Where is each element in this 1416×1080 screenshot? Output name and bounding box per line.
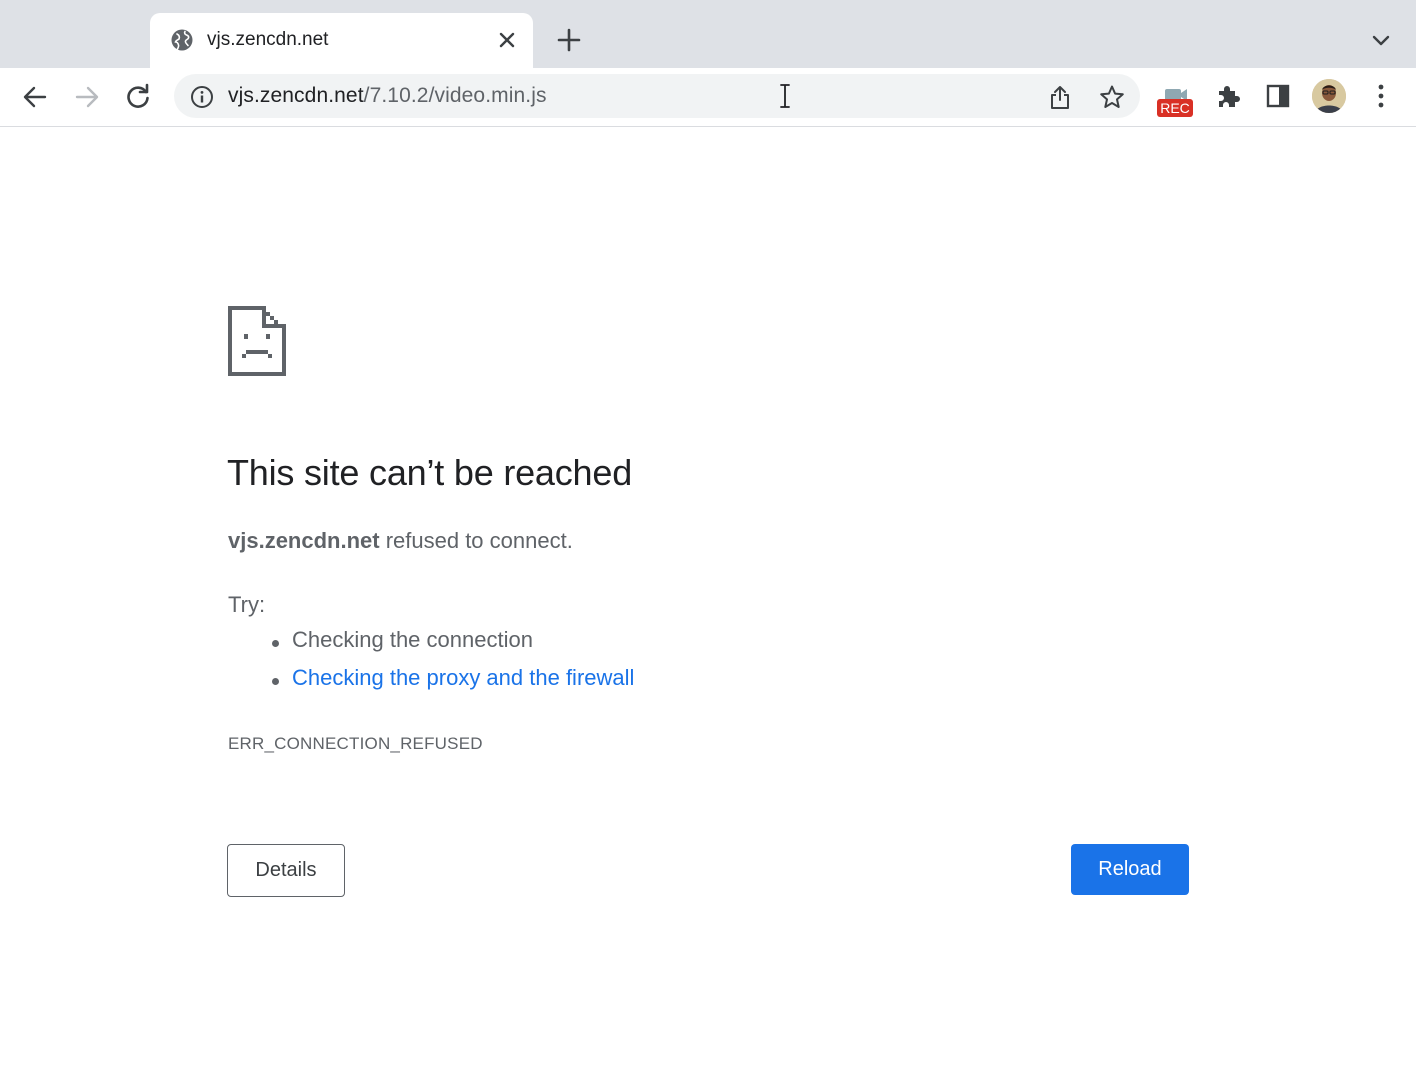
star-icon[interactable] bbox=[1099, 84, 1125, 110]
forward-icon[interactable] bbox=[73, 83, 101, 111]
url-path: /7.10.2/video.min.js bbox=[363, 84, 547, 107]
text-cursor-icon bbox=[780, 84, 790, 108]
side-panel-icon[interactable] bbox=[1266, 84, 1290, 108]
error-message-text: refused to connect. bbox=[379, 528, 573, 553]
details-button[interactable]: Details bbox=[227, 844, 345, 897]
back-icon[interactable] bbox=[21, 83, 49, 111]
close-tab-icon[interactable] bbox=[497, 30, 517, 50]
kebab-menu-icon[interactable] bbox=[1370, 82, 1392, 110]
puzzle-icon[interactable] bbox=[1214, 82, 1242, 110]
suggestion-check-connection: Checking the connection bbox=[270, 627, 634, 665]
error-heading: This site can’t be reached bbox=[227, 452, 633, 493]
browser-toolbar: vjs.zencdn.net/7.10.2/video.min.js REC bbox=[0, 68, 1416, 127]
reload-icon[interactable] bbox=[124, 83, 152, 111]
avatar[interactable] bbox=[1312, 79, 1346, 113]
tab-strip: vjs.zencdn.net bbox=[0, 0, 1416, 68]
error-message: vjs.zencdn.net refused to connect. bbox=[228, 528, 573, 554]
chevron-down-icon[interactable] bbox=[1370, 30, 1392, 50]
proxy-firewall-link[interactable]: Checking the proxy and the firewall bbox=[292, 665, 634, 690]
screen-recorder-extension[interactable]: REC bbox=[1157, 86, 1195, 120]
try-label: Try: bbox=[228, 592, 266, 617]
reload-button[interactable]: Reload bbox=[1071, 844, 1189, 895]
address-bar[interactable]: vjs.zencdn.net/7.10.2/video.min.js bbox=[174, 74, 1140, 118]
error-host: vjs.zencdn.net bbox=[228, 528, 380, 553]
error-code: ERR_CONNECTION_REFUSED bbox=[228, 734, 483, 753]
new-tab-icon[interactable] bbox=[556, 27, 582, 53]
suggestion-check-proxy-firewall: Checking the proxy and the firewall bbox=[270, 665, 634, 703]
tab-title: vjs.zencdn.net bbox=[207, 29, 329, 50]
rec-badge: REC bbox=[1157, 99, 1193, 117]
sad-document-icon bbox=[228, 306, 286, 376]
url-text[interactable]: vjs.zencdn.net/7.10.2/video.min.js bbox=[228, 84, 547, 108]
share-icon[interactable] bbox=[1048, 84, 1072, 110]
suggestions-list: Checking the connection Checking the pro… bbox=[270, 627, 634, 703]
browser-tab[interactable]: vjs.zencdn.net bbox=[150, 13, 533, 68]
info-icon[interactable] bbox=[190, 85, 214, 109]
profile-photo-icon bbox=[1312, 79, 1346, 113]
globe-icon bbox=[171, 29, 193, 51]
url-host: vjs.zencdn.net bbox=[228, 84, 364, 107]
